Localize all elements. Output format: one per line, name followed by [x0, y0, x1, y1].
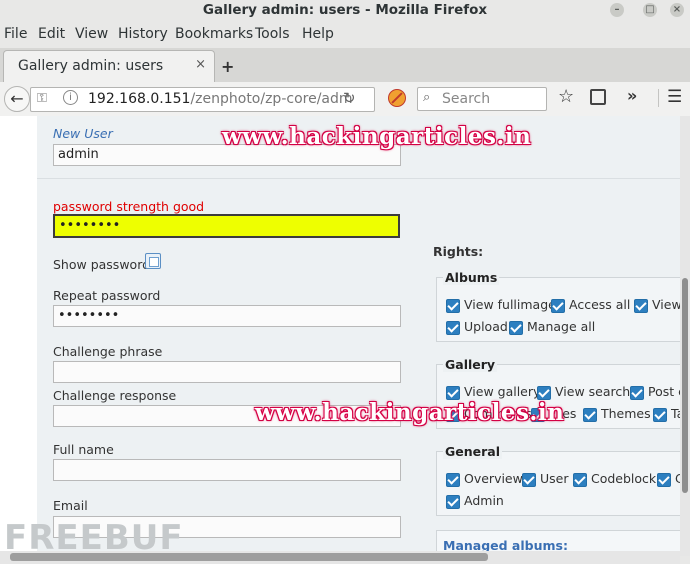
password-strength-text: password strength good	[53, 199, 205, 214]
checkbox-checked[interactable]	[446, 494, 460, 509]
checkbox-checked[interactable]	[630, 385, 644, 400]
search-placeholder: Search	[442, 91, 491, 107]
repeat-password-label: Repeat password	[53, 288, 161, 303]
challenge-phrase-label: Challenge phrase	[53, 344, 163, 359]
checkbox-checked[interactable]	[551, 298, 565, 313]
search-icon: ⌕	[423, 90, 431, 105]
menu-tools[interactable]: Tools	[255, 26, 290, 42]
right-themes[interactable]: Themes	[583, 406, 651, 422]
full-name-input[interactable]	[53, 459, 401, 481]
right-manage-all[interactable]: Manage all	[509, 319, 595, 335]
checkbox-checked[interactable]	[657, 472, 671, 487]
menu-help[interactable]: Help	[302, 26, 334, 42]
hamburger-menu-icon[interactable]: ☰	[667, 87, 682, 107]
right-access-all[interactable]: Access all	[551, 297, 630, 313]
menu-edit[interactable]: Edit	[38, 26, 65, 42]
right-admin[interactable]: Admin	[446, 493, 504, 509]
show-password-label: Show password	[53, 257, 151, 272]
email-label: Email	[53, 498, 88, 513]
right-upload[interactable]: Upload	[446, 319, 508, 335]
overflow-chevron-icon[interactable]: »	[627, 86, 637, 105]
checkbox-checked[interactable]	[446, 320, 460, 335]
menu-history[interactable]: History	[118, 26, 168, 42]
checkbox-checked[interactable]	[522, 472, 536, 487]
minimize-icon[interactable]: –	[610, 3, 624, 17]
menu-bookmarks[interactable]: Bookmarks	[175, 26, 253, 42]
url-path: /zenphoto/zp-core/adm	[190, 91, 353, 107]
watermark-top: www.hackingarticles.in	[222, 123, 532, 150]
vertical-scrollbar-thumb[interactable]	[682, 278, 688, 493]
back-arrow-icon[interactable]: ←	[4, 86, 30, 112]
window-title: Gallery admin: users - Mozilla Firefox	[0, 0, 690, 23]
nav-divider	[658, 89, 659, 107]
checkbox-checked[interactable]	[573, 472, 587, 487]
menu-file[interactable]: File	[4, 26, 27, 42]
repeat-password-input[interactable]: ••••••••	[53, 305, 401, 327]
new-user-label: New User	[53, 126, 113, 141]
key-icon[interactable]: ⚿	[37, 91, 47, 106]
full-name-label: Full name	[53, 442, 114, 457]
password-input[interactable]: ••••••••	[53, 214, 400, 238]
close-window-icon[interactable]: ×	[670, 3, 684, 17]
albums-group-title: Albums	[443, 270, 500, 285]
watermark-middle: www.hackingarticles.in	[255, 399, 565, 426]
right-user[interactable]: User	[522, 471, 569, 487]
right-view-gallery[interactable]: View gallery	[446, 384, 540, 400]
right-view-fullimage[interactable]: View fullimage	[446, 297, 556, 313]
right-view-search[interactable]: View search	[537, 384, 630, 400]
reading-list-icon[interactable]	[590, 89, 606, 105]
right-post-comments[interactable]: Post c	[630, 384, 685, 400]
freebuf-watermark: FREEBUF	[4, 518, 184, 558]
right-codeblock[interactable]: Codeblock	[573, 471, 656, 487]
url-text: 192.168.0.151/zenphoto/zp-core/adm	[88, 91, 353, 107]
show-password-checkbox[interactable]	[145, 253, 161, 269]
bookmark-star-icon[interactable]: ☆	[558, 86, 574, 107]
checkbox-checked[interactable]	[446, 298, 460, 313]
new-tab-icon[interactable]: +	[221, 57, 234, 76]
checkbox-checked[interactable]	[634, 298, 648, 313]
checkbox-checked[interactable]	[446, 385, 460, 400]
checkbox-checked[interactable]	[653, 407, 667, 422]
checkbox-checked[interactable]	[583, 407, 597, 422]
tab-gallery-admin[interactable]: Gallery admin: users ×	[3, 50, 215, 82]
info-icon[interactable]: i	[63, 90, 78, 105]
url-host: 192.168.0.151	[88, 91, 191, 107]
tab-label: Gallery admin: users	[18, 58, 164, 74]
noscript-icon[interactable]	[388, 89, 406, 107]
checkbox-checked[interactable]	[446, 472, 460, 487]
right-view[interactable]: View	[634, 297, 682, 313]
menu-view[interactable]: View	[75, 26, 108, 42]
search-input[interactable]: ⌕ Search	[417, 87, 547, 111]
url-bar[interactable]: ⚿ i 192.168.0.151/zenphoto/zp-core/adm ↻	[30, 87, 375, 112]
gallery-group-title: Gallery	[443, 357, 498, 372]
checkbox-checked[interactable]	[537, 385, 551, 400]
challenge-response-label: Challenge response	[53, 388, 177, 403]
general-group-title: General	[443, 444, 502, 459]
challenge-phrase-input[interactable]	[53, 361, 401, 383]
checkbox-checked[interactable]	[509, 320, 523, 335]
right-overview[interactable]: Overview	[446, 471, 523, 487]
reload-icon[interactable]: ↻	[343, 89, 356, 107]
rights-heading: Rights:	[433, 244, 484, 259]
panel-divider	[37, 178, 680, 179]
tab-close-icon[interactable]: ×	[195, 57, 206, 72]
maximize-icon[interactable]: □	[643, 3, 657, 17]
